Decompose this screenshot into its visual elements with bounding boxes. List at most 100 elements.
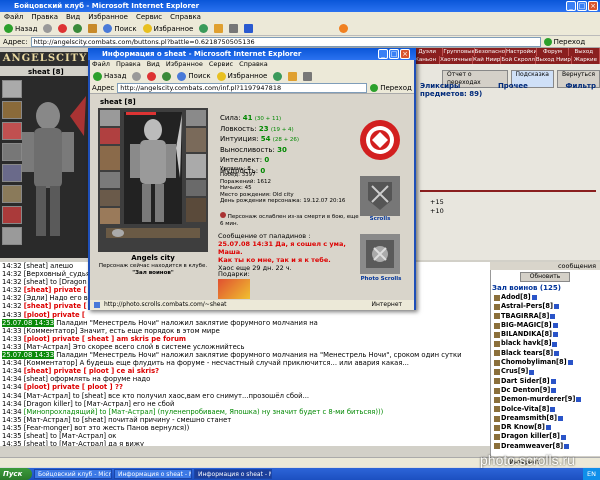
player-row[interactable]: Chomobyliman[8] bbox=[494, 358, 598, 367]
chat-timestamp[interactable]: 14:32 bbox=[2, 302, 22, 310]
inventory-slot[interactable] bbox=[2, 227, 22, 245]
chat-timestamp[interactable]: 25.07.08 14:33 bbox=[2, 351, 55, 360]
player-row[interactable]: Dragon killer[8] bbox=[494, 432, 598, 441]
chat-timestamp[interactable]: 14:35 bbox=[2, 424, 22, 432]
task-info-window-1[interactable]: Информация о sheat - M... bbox=[114, 469, 192, 479]
player-row[interactable]: black havk[8] bbox=[494, 339, 598, 348]
menu-favorites[interactable]: Избранное bbox=[88, 12, 128, 22]
history-button[interactable] bbox=[199, 24, 209, 33]
player-name[interactable]: Black tears[8] bbox=[501, 349, 553, 358]
menu-view[interactable]: Вид bbox=[66, 12, 80, 22]
info-icon[interactable] bbox=[550, 313, 556, 319]
player-name[interactable]: Astral-Pers[8] bbox=[501, 302, 553, 311]
inventory-slot[interactable] bbox=[2, 185, 22, 203]
messenger-button[interactable] bbox=[339, 24, 349, 33]
info-icon[interactable] bbox=[560, 434, 566, 440]
subnav-canyon[interactable]: Каньон bbox=[412, 56, 441, 64]
player-row[interactable]: BIG-MAGIC[8] bbox=[494, 321, 598, 330]
info-icon[interactable] bbox=[552, 323, 558, 329]
menu-edit[interactable]: Правка bbox=[31, 12, 58, 22]
popup-close-button[interactable]: × bbox=[400, 49, 410, 59]
info-icon[interactable] bbox=[558, 416, 564, 421]
popup-search-button[interactable]: Поиск bbox=[177, 71, 211, 81]
player-name[interactable]: Adod[8] bbox=[501, 293, 531, 302]
chat-timestamp[interactable]: 25.07.08 14:33 bbox=[2, 318, 55, 327]
mail-button[interactable] bbox=[214, 24, 224, 33]
player-row[interactable]: Dolce-Vita[8] bbox=[494, 405, 598, 414]
gift-image[interactable] bbox=[218, 279, 250, 299]
photo-scrolls-banner[interactable] bbox=[360, 234, 400, 274]
info-icon[interactable] bbox=[551, 388, 557, 394]
popup-address-input[interactable]: http://angelscity.combats.com/inf.pl?119… bbox=[117, 83, 368, 93]
popup-stop-button[interactable] bbox=[147, 71, 157, 81]
info-icon[interactable] bbox=[531, 295, 537, 301]
player-name[interactable]: BILANDIKA[8] bbox=[501, 330, 552, 339]
chat-timestamp[interactable]: 14:34 bbox=[2, 367, 22, 375]
chat-timestamp[interactable]: 14:32 bbox=[2, 286, 22, 294]
popup-menu-file[interactable]: Файл bbox=[92, 60, 110, 69]
inventory-slot[interactable] bbox=[2, 143, 22, 161]
print-button[interactable] bbox=[229, 24, 239, 33]
inventory-slot[interactable] bbox=[2, 101, 22, 119]
tab-filter[interactable]: Фильтр bbox=[566, 82, 596, 90]
player-row[interactable]: BILANDIKA[8] bbox=[494, 330, 598, 339]
nav-exit[interactable]: Выход bbox=[569, 48, 600, 56]
chat-timestamp[interactable]: 14:32 bbox=[2, 262, 22, 270]
stop-button[interactable] bbox=[58, 24, 68, 33]
popup-mail-button[interactable] bbox=[288, 71, 298, 81]
inventory-slot[interactable] bbox=[2, 164, 22, 182]
player-name[interactable]: BIG-MAGIC[8] bbox=[501, 321, 552, 330]
player-row[interactable]: TBAGIRRA[8] bbox=[494, 312, 598, 321]
popup-print-button[interactable] bbox=[303, 71, 313, 81]
edit-button[interactable] bbox=[244, 24, 254, 33]
subnav-scroll[interactable]: Бой Скролл bbox=[501, 56, 536, 64]
chat-timestamp[interactable]: 14:34 bbox=[2, 375, 22, 383]
player-row[interactable]: Demon-murderer[9] bbox=[494, 395, 598, 404]
info-icon[interactable] bbox=[550, 406, 556, 412]
menu-tools[interactable]: Сервис bbox=[136, 12, 162, 22]
player-row[interactable]: Dc Denton[9] bbox=[494, 386, 598, 395]
player-row[interactable]: Black tears[8] bbox=[494, 349, 598, 358]
popup-maximize-button[interactable]: □ bbox=[389, 49, 399, 59]
chat-timestamp[interactable]: 14:33 bbox=[2, 343, 22, 351]
player-row[interactable]: Adod[8] bbox=[494, 293, 598, 302]
forward-button[interactable] bbox=[43, 24, 53, 33]
player-name[interactable]: Dolce-Vita[8] bbox=[501, 405, 549, 414]
popup-minimize-button[interactable]: _ bbox=[378, 49, 388, 59]
player-row[interactable]: Crus[9] bbox=[494, 367, 598, 376]
info-icon[interactable] bbox=[529, 369, 535, 375]
player-name[interactable]: Dreamsmith[8] bbox=[501, 414, 557, 423]
player-name[interactable]: Chomobyliman[8] bbox=[501, 358, 567, 367]
player-row[interactable]: DR Know[8] bbox=[494, 423, 598, 432]
inventory-slot[interactable] bbox=[2, 206, 22, 224]
chat-timestamp[interactable]: 14:32 bbox=[2, 278, 22, 286]
popup-menu-help[interactable]: Справка bbox=[239, 60, 268, 69]
popup-menu-view[interactable]: Вид bbox=[147, 60, 160, 69]
subnav-chaotic[interactable]: Хаотичные bbox=[440, 56, 473, 64]
nav-forum[interactable]: Форум bbox=[537, 48, 569, 56]
subnav-hot[interactable]: Жаркие bbox=[572, 56, 600, 64]
player-row[interactable]: Dreamweaver[8] bbox=[494, 442, 598, 451]
player-name[interactable]: Dart Sider[8] bbox=[501, 377, 550, 386]
search-button[interactable]: Поиск bbox=[103, 24, 137, 33]
player-name[interactable]: TBAGIRRA[8] bbox=[501, 312, 549, 321]
minimize-button[interactable]: _ bbox=[566, 1, 576, 11]
chat-timestamp[interactable]: 14:32 bbox=[2, 294, 22, 302]
player-row[interactable]: Dart Sider[8] bbox=[494, 377, 598, 386]
nav-settings[interactable]: Настройки bbox=[506, 48, 538, 56]
subnav-kai[interactable]: Кай Ниир bbox=[473, 56, 502, 64]
chat-timestamp[interactable]: 14:35 bbox=[2, 440, 22, 446]
start-button[interactable]: Пуск bbox=[0, 468, 32, 480]
player-name[interactable]: DR Know[8] bbox=[501, 423, 545, 432]
menu-file[interactable]: Файл bbox=[4, 12, 23, 22]
info-icon[interactable] bbox=[553, 304, 559, 310]
chat-timestamp[interactable]: 14:35 bbox=[2, 416, 22, 424]
popup-favorites-button[interactable]: Избранное bbox=[216, 71, 267, 81]
close-button[interactable]: × bbox=[588, 1, 598, 11]
popup-go-button[interactable]: Переход bbox=[370, 84, 412, 92]
popup-menu-favorites[interactable]: Избранное bbox=[166, 60, 203, 69]
popup-back-button[interactable]: Назад bbox=[93, 71, 126, 81]
info-icon[interactable] bbox=[553, 332, 559, 338]
menu-help[interactable]: Справка bbox=[170, 12, 201, 22]
back-button[interactable]: Назад bbox=[4, 24, 37, 33]
